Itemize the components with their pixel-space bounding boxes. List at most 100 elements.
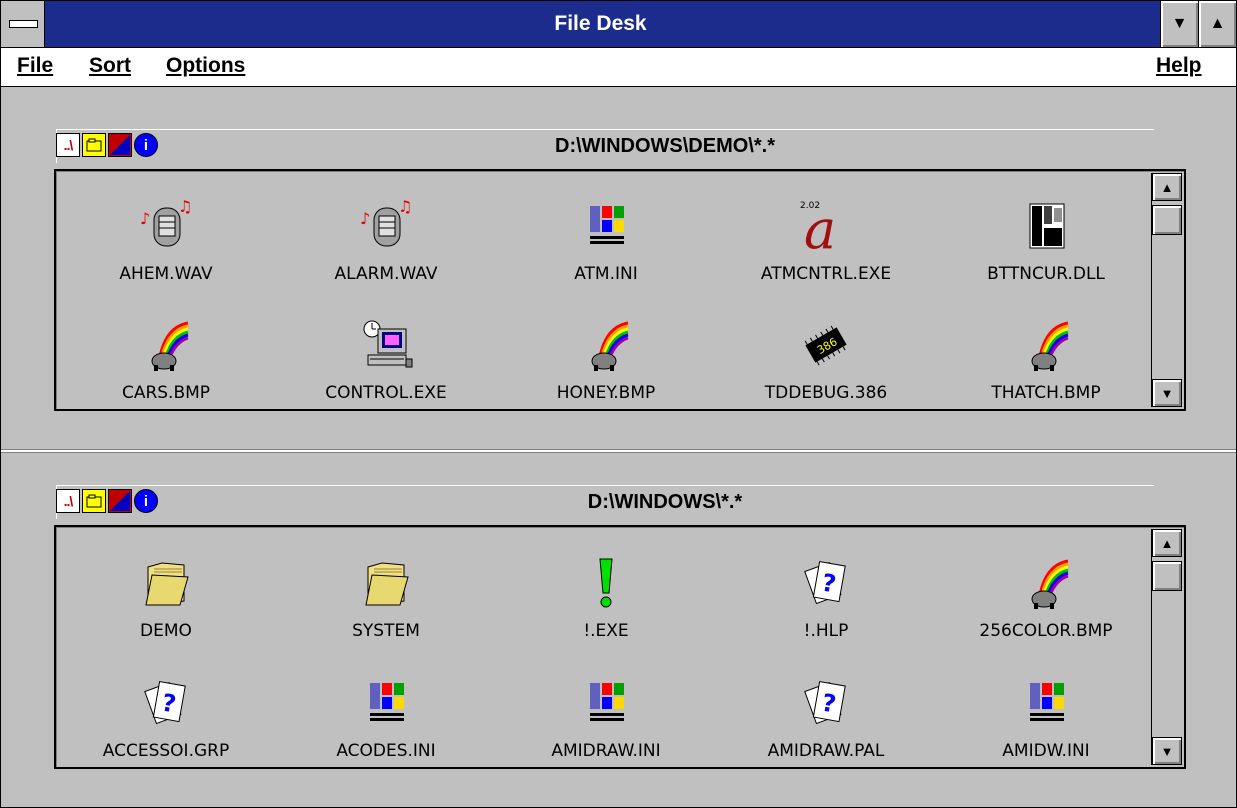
- new-folder-icon[interactable]: [82, 489, 106, 513]
- file-item[interactable]: DEMO: [56, 527, 276, 647]
- windows-logo-icon: [576, 673, 636, 733]
- pane-toolbar: ..\ i: [56, 489, 158, 515]
- file-item-label: !.HLP: [803, 621, 849, 641]
- unknown-file-icon: ?: [136, 673, 196, 733]
- maximize-button[interactable]: ▲: [1198, 1, 1236, 47]
- file-item-label: BTTNCUR.DLL: [987, 264, 1105, 284]
- file-list[interactable]: DEMO SYSTEM !.EXE? !.HLP 256COLOR.BMP? ACCESS…: [54, 525, 1186, 769]
- menu-bar: File Sort Options Help: [1, 48, 1236, 87]
- menu-file[interactable]: File: [17, 54, 53, 78]
- file-item[interactable]: AMIDW.INI: [936, 647, 1156, 767]
- file-item[interactable]: !.EXE: [496, 527, 716, 647]
- file-item-label: AMIDW.INI: [1002, 741, 1090, 761]
- scroll-down-button[interactable]: ▼: [1152, 379, 1182, 407]
- file-item[interactable]: AMIDRAW.INI: [496, 647, 716, 767]
- info-icon[interactable]: i: [134, 133, 158, 157]
- path-label: D:\WINDOWS\DEMO\*.*: [555, 135, 775, 157]
- file-item[interactable]: HONEY.BMP: [496, 290, 716, 409]
- file-item-label: ATM.INI: [574, 264, 638, 284]
- menu-help[interactable]: Help: [1156, 54, 1202, 78]
- file-grid: DEMO SYSTEM !.EXE? !.HLP 256COLOR.BMP? ACCESS…: [56, 527, 1156, 767]
- system-menu-icon: [9, 20, 38, 28]
- path-bar: ..\ i D:\WINDOWS\DEMO\*.*: [56, 129, 1154, 163]
- menu-sort-label: Sort: [89, 54, 131, 77]
- chip-386-icon: 386: [796, 315, 856, 375]
- arrow-down-icon: ▼: [1160, 385, 1174, 401]
- paint-bitmap-icon: [1016, 315, 1076, 375]
- pane-demo: ..\ i D:\WINDOWS\DEMO\*.* ♪ ♫ AHEM.WAV ♪ ♫ AL…: [1, 87, 1236, 449]
- paint-bitmap-icon: [136, 315, 196, 375]
- parent-dir-icon[interactable]: ..\: [56, 133, 80, 157]
- minimize-icon: ▼: [1171, 15, 1188, 32]
- attributes-icon[interactable]: [108, 133, 132, 157]
- file-desk-window: File Desk ▼ ▲ File Sort Options Help ..\…: [0, 0, 1237, 808]
- scroll-down-button[interactable]: ▼: [1152, 737, 1182, 765]
- file-item-label: AHEM.WAV: [119, 264, 213, 284]
- sound-file-icon: ♪ ♫: [136, 196, 196, 256]
- menu-file-label: File: [17, 54, 54, 77]
- file-item[interactable]: ? AMIDRAW.PAL: [716, 647, 936, 767]
- arrow-up-icon: ▲: [1160, 179, 1174, 195]
- title-bar[interactable]: File Desk ▼ ▲: [1, 1, 1236, 48]
- path-label: D:\WINDOWS\*.*: [587, 491, 743, 513]
- menu-options[interactable]: Options: [166, 54, 245, 78]
- file-item[interactable]: ACODES.INI: [276, 647, 496, 767]
- windows-logo-icon: [356, 673, 416, 733]
- file-item[interactable]: ATM.INI: [496, 171, 716, 290]
- file-list[interactable]: ♪ ♫ AHEM.WAV ♪ ♫ ALARM.WAV ATM.INI 2.02 a ATMCNTR…: [54, 169, 1186, 411]
- system-menu-button[interactable]: [1, 1, 45, 47]
- file-item-label: SYSTEM: [352, 621, 420, 641]
- file-item[interactable]: ? !.HLP: [716, 527, 936, 647]
- folder-icon: [136, 553, 196, 613]
- unknown-file-icon: ?: [796, 673, 856, 733]
- file-item[interactable]: ♪ ♫ AHEM.WAV: [56, 171, 276, 290]
- menu-sort[interactable]: Sort: [89, 54, 131, 78]
- exclamation-icon: [576, 553, 636, 613]
- windows-logo-icon: [1016, 673, 1076, 733]
- file-item[interactable]: BTTNCUR.DLL: [936, 171, 1156, 290]
- file-item-label: HONEY.BMP: [556, 383, 656, 403]
- scroll-thumb[interactable]: [1152, 205, 1182, 235]
- file-item[interactable]: 386 TDDEBUG.386: [716, 290, 936, 409]
- scroll-up-button[interactable]: ▲: [1152, 529, 1182, 557]
- file-item-label: AMIDRAW.INI: [551, 741, 661, 761]
- maximize-icon: ▲: [1209, 15, 1226, 32]
- file-item[interactable]: SYSTEM: [276, 527, 496, 647]
- paint-bitmap-icon: [576, 315, 636, 375]
- file-item-label: THATCH.BMP: [991, 383, 1101, 403]
- vertical-scrollbar[interactable]: ▲ ▼: [1151, 173, 1182, 407]
- sound-file-icon: ♪ ♫: [356, 196, 416, 256]
- file-item-label: TDDEBUG.386: [764, 383, 888, 403]
- menu-options-label: Options: [166, 54, 246, 77]
- info-icon[interactable]: i: [134, 489, 158, 513]
- file-item-label: ACCESSOI.GRP: [102, 741, 230, 761]
- svg-text:♪: ♪: [140, 209, 150, 228]
- paint-bitmap-icon: [1016, 553, 1076, 613]
- file-item[interactable]: ? ACCESSOI.GRP: [56, 647, 276, 767]
- menu-help-label: Help: [1156, 54, 1202, 77]
- scroll-up-button[interactable]: ▲: [1152, 173, 1182, 201]
- file-item-label: !.EXE: [583, 621, 629, 641]
- file-item[interactable]: 2.02 a ATMCNTRL.EXE: [716, 171, 936, 290]
- minimize-button[interactable]: ▼: [1160, 1, 1198, 47]
- file-item[interactable]: ♪ ♫ ALARM.WAV: [276, 171, 496, 290]
- arrow-down-icon: ▼: [1160, 743, 1174, 759]
- file-item[interactable]: 256COLOR.BMP: [936, 527, 1156, 647]
- file-item-label: DEMO: [140, 621, 192, 641]
- pane-windows: ..\ i D:\WINDOWS\*.* DEMO SYSTEM !.EXE? !.H…: [1, 453, 1236, 806]
- file-item[interactable]: CONTROL.EXE: [276, 290, 496, 409]
- scroll-thumb[interactable]: [1152, 561, 1182, 591]
- vertical-scrollbar[interactable]: ▲ ▼: [1151, 529, 1182, 765]
- file-item-label: CARS.BMP: [121, 383, 211, 403]
- file-item[interactable]: CARS.BMP: [56, 290, 276, 409]
- windows-logo-icon: [576, 196, 636, 256]
- file-item-label: ATMCNTRL.EXE: [760, 264, 892, 284]
- svg-text:♫: ♫: [398, 198, 412, 216]
- attributes-icon[interactable]: [108, 489, 132, 513]
- parent-dir-icon[interactable]: ..\: [56, 489, 80, 513]
- folder-icon: [356, 553, 416, 613]
- dll-file-icon: [1016, 196, 1076, 256]
- new-folder-icon[interactable]: [82, 133, 106, 157]
- file-item[interactable]: THATCH.BMP: [936, 290, 1156, 409]
- file-item-label: ALARM.WAV: [334, 264, 438, 284]
